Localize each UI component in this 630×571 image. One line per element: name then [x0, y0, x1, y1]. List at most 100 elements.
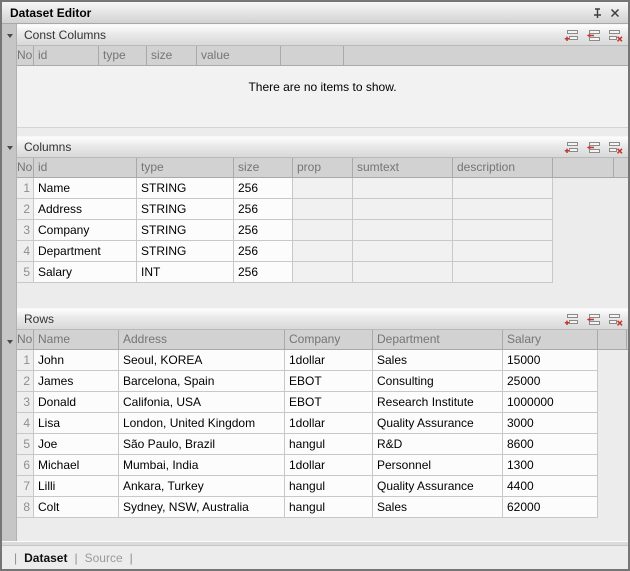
row-number-cell[interactable]: 2 — [17, 199, 34, 220]
grid-cell[interactable]: Barcelona, Spain — [119, 371, 285, 392]
grid-cell[interactable]: R&D — [373, 434, 503, 455]
grid-cell[interactable]: James — [34, 371, 119, 392]
add-row-button[interactable] — [562, 140, 580, 155]
row-number-cell[interactable]: 4 — [17, 241, 34, 262]
row-number-cell[interactable]: 7 — [17, 476, 34, 497]
grid-cell[interactable]: STRING — [137, 220, 234, 241]
grid-cell[interactable]: Sales — [373, 350, 503, 371]
grid-cell[interactable]: Department — [34, 241, 137, 262]
grid-cell[interactable]: STRING — [137, 178, 234, 199]
grid-cell[interactable]: 1dollar — [285, 455, 373, 476]
grid-cell[interactable]: Mumbai, India — [119, 455, 285, 476]
grid-cell[interactable]: 15000 — [503, 350, 598, 371]
grid-cell[interactable] — [353, 220, 453, 241]
grid-cell[interactable]: STRING — [137, 199, 234, 220]
row-number-cell[interactable]: 8 — [17, 497, 34, 518]
grid-cell[interactable]: 1300 — [503, 455, 598, 476]
grid-cell[interactable]: Company — [34, 220, 137, 241]
collapse-columns-button[interactable] — [5, 143, 14, 152]
grid-cell[interactable]: Name — [34, 178, 137, 199]
grid-cell[interactable]: Salary — [34, 262, 137, 283]
pin-button[interactable] — [588, 5, 606, 21]
grid-cell[interactable]: hangul — [285, 497, 373, 518]
row-number-cell[interactable]: 3 — [17, 220, 34, 241]
grid-cell[interactable] — [353, 178, 453, 199]
row-number-cell[interactable]: 5 — [17, 262, 34, 283]
grid-cell[interactable]: Address — [34, 199, 137, 220]
grid-cell[interactable]: Colt — [34, 497, 119, 518]
delete-row-button[interactable] — [606, 312, 624, 327]
row-number-cell[interactable]: 3 — [17, 392, 34, 413]
grid-cell[interactable]: 8600 — [503, 434, 598, 455]
grid-cell[interactable] — [353, 262, 453, 283]
grid-cell[interactable]: 1dollar — [285, 350, 373, 371]
row-number-cell[interactable]: 5 — [17, 434, 34, 455]
grid-cell[interactable]: 256 — [234, 241, 293, 262]
grid-cell[interactable]: Quality Assurance — [373, 413, 503, 434]
grid-cell[interactable]: 256 — [234, 178, 293, 199]
grid-cell[interactable]: London, United Kingdom — [119, 413, 285, 434]
grid-cell[interactable] — [453, 262, 553, 283]
grid-cell[interactable] — [453, 178, 553, 199]
grid-cell[interactable]: hangul — [285, 434, 373, 455]
insert-row-button[interactable] — [584, 312, 602, 327]
delete-row-button[interactable] — [606, 28, 624, 43]
grid-cell[interactable]: Quality Assurance — [373, 476, 503, 497]
grid-cell[interactable]: Research Institute — [373, 392, 503, 413]
grid-cell[interactable]: Lisa — [34, 413, 119, 434]
grid-cell[interactable]: hangul — [285, 476, 373, 497]
grid-cell[interactable]: Sales — [373, 497, 503, 518]
grid-cell[interactable] — [453, 220, 553, 241]
row-number-cell[interactable]: 2 — [17, 371, 34, 392]
grid-cell[interactable] — [293, 220, 353, 241]
grid-cell[interactable]: Califonia, USA — [119, 392, 285, 413]
add-row-button[interactable] — [562, 312, 580, 327]
grid-cell[interactable]: 256 — [234, 220, 293, 241]
grid-cell[interactable] — [293, 241, 353, 262]
row-number-cell[interactable]: 1 — [17, 350, 34, 371]
grid-cell[interactable]: Ankara, Turkey — [119, 476, 285, 497]
grid-cell[interactable] — [453, 241, 553, 262]
grid-cell[interactable] — [293, 262, 353, 283]
delete-row-button[interactable] — [606, 140, 624, 155]
grid-cell[interactable]: STRING — [137, 241, 234, 262]
grid-cell[interactable]: 62000 — [503, 497, 598, 518]
collapse-rows-button[interactable] — [5, 337, 14, 346]
grid-cell[interactable]: Donald — [34, 392, 119, 413]
grid-cell[interactable]: 256 — [234, 199, 293, 220]
grid-cell[interactable]: Personnel — [373, 455, 503, 476]
insert-row-button[interactable] — [584, 140, 602, 155]
delete-row-icon — [608, 313, 623, 326]
grid-cell[interactable]: John — [34, 350, 119, 371]
tab-source[interactable]: Source — [85, 551, 123, 565]
grid-cell[interactable]: EBOT — [285, 371, 373, 392]
grid-cell[interactable]: Seoul, KOREA — [119, 350, 285, 371]
grid-cell[interactable]: Consulting — [373, 371, 503, 392]
grid-cell[interactable]: 1000000 — [503, 392, 598, 413]
insert-row-button[interactable] — [584, 28, 602, 43]
grid-cell[interactable]: INT — [137, 262, 234, 283]
add-row-button[interactable] — [562, 28, 580, 43]
grid-cell[interactable]: 25000 — [503, 371, 598, 392]
grid-cell[interactable]: 256 — [234, 262, 293, 283]
grid-cell[interactable] — [353, 241, 453, 262]
grid-cell[interactable]: Joe — [34, 434, 119, 455]
grid-cell[interactable]: 3000 — [503, 413, 598, 434]
close-button[interactable] — [606, 5, 624, 21]
row-number-cell[interactable]: 4 — [17, 413, 34, 434]
grid-cell[interactable] — [353, 199, 453, 220]
grid-cell[interactable]: 4400 — [503, 476, 598, 497]
grid-cell[interactable]: EBOT — [285, 392, 373, 413]
row-number-cell[interactable]: 6 — [17, 455, 34, 476]
grid-cell[interactable]: São Paulo, Brazil — [119, 434, 285, 455]
grid-cell[interactable] — [453, 199, 553, 220]
grid-cell[interactable]: Michael — [34, 455, 119, 476]
grid-cell[interactable]: Lilli — [34, 476, 119, 497]
row-number-cell[interactable]: 1 — [17, 178, 34, 199]
tab-dataset[interactable]: Dataset — [24, 551, 67, 565]
grid-cell[interactable] — [293, 178, 353, 199]
grid-cell[interactable]: 1dollar — [285, 413, 373, 434]
grid-cell[interactable]: Sydney, NSW, Australia — [119, 497, 285, 518]
collapse-const-columns-button[interactable] — [5, 31, 14, 40]
grid-cell[interactable] — [293, 199, 353, 220]
